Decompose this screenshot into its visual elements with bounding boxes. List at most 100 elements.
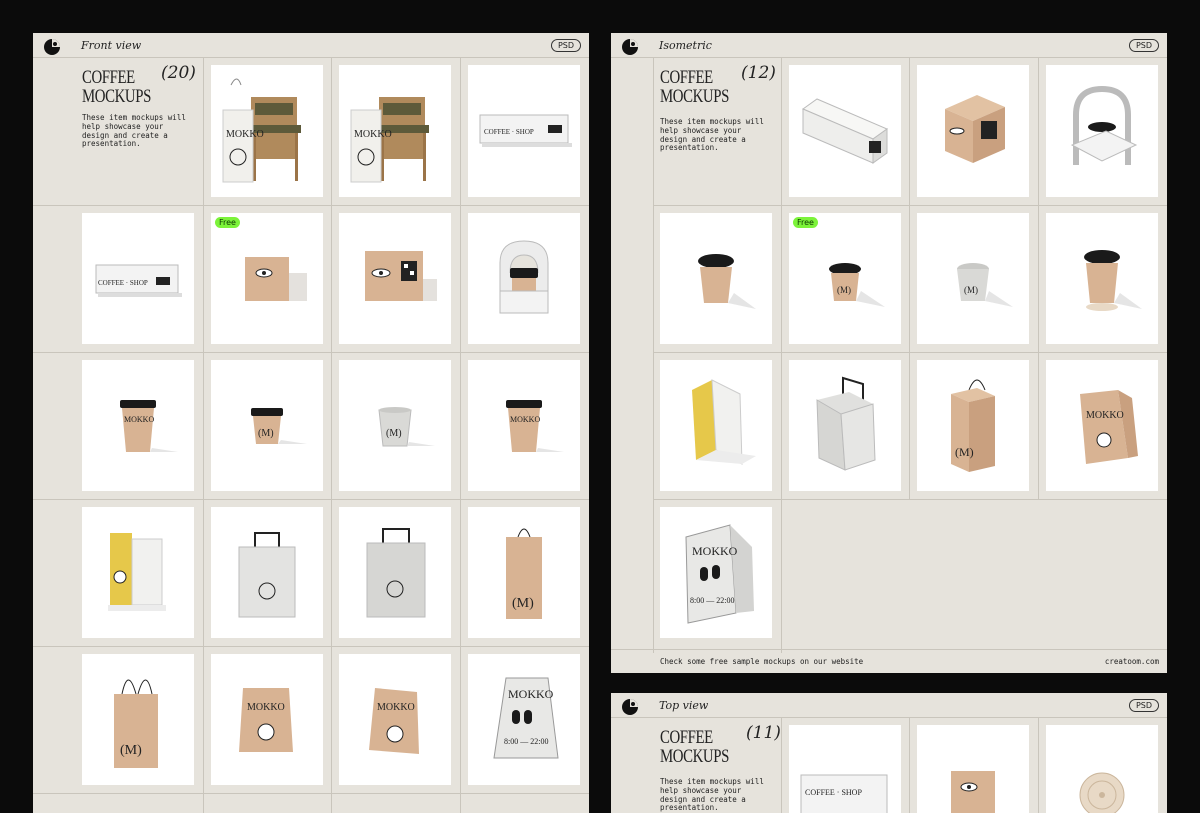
mockup-tile-iso-cup-small[interactable]: Free (M) xyxy=(789,213,901,344)
mockup-tile-paper-bag-grey[interactable] xyxy=(339,507,451,638)
grid-line xyxy=(653,499,1167,500)
mockup-tile-cup-tall[interactable]: MOKKO xyxy=(468,360,580,491)
mokko-label: MOKKO xyxy=(247,702,285,713)
coffee-cup-illustration: (M) xyxy=(829,263,885,307)
top-view-sheet: Top view PSD COFFEE MOCKUPS (11) These i… xyxy=(611,693,1167,813)
mockup-tile-coffee-pouch[interactable]: MOKKO xyxy=(211,654,323,785)
mockup-tile-iso-coffee-pouch[interactable]: MOKKO xyxy=(1046,360,1158,491)
mockup-tile-iso-box-long[interactable] xyxy=(789,65,901,197)
grid-line xyxy=(653,352,1167,353)
mockup-tile-tote-chair[interactable]: MOKKO xyxy=(211,65,323,197)
sheet-title: Top view xyxy=(659,699,709,712)
mockup-tile-iso-a-frame-sign[interactable]: MOKKO 8:00 — 22:00 xyxy=(660,507,772,638)
svg-text:MOKKO: MOKKO xyxy=(354,129,392,140)
mockup-tile-menu-stand[interactable] xyxy=(82,507,194,638)
kraft-bag-illustration: (M) xyxy=(951,379,995,472)
website-link[interactable]: creatoom.com xyxy=(1105,657,1159,666)
intro-title: COFFEE MOCKUPS xyxy=(660,727,729,767)
mockup-tile-a-frame-sign[interactable]: MOKKO 8:00 — 22:00 xyxy=(468,654,580,785)
mockup-tile-box-long[interactable]: COFFEE · SHOP xyxy=(82,213,194,344)
kraft-box-illustration xyxy=(245,257,307,301)
mokko-label: MOKKO xyxy=(377,702,415,713)
m-logo: (M) xyxy=(512,596,534,611)
mockup-tile-cup[interactable]: MOKKO xyxy=(82,360,194,491)
intro-description: These item mockups will help showcase yo… xyxy=(660,117,764,153)
kraft-bag-illustration: (M) xyxy=(506,528,542,619)
grid-line xyxy=(909,57,910,499)
grid-line xyxy=(33,352,589,353)
mockup-tile-iso-cup-holder[interactable] xyxy=(1046,65,1158,197)
paper-bag-illustration xyxy=(816,376,876,471)
mockup-tile-kraft-bag-handles[interactable]: (M) xyxy=(82,654,194,785)
mockup-tile-cup-holder[interactable] xyxy=(468,213,580,344)
cup-holder-illustration xyxy=(1070,85,1138,165)
mokko-label: MOKKO xyxy=(692,544,738,558)
coffee-cup-illustration: MOKKO xyxy=(120,400,178,452)
intro-count: (11) xyxy=(746,723,781,743)
grid-line xyxy=(781,717,782,813)
coffee-pouch-illustration: MOKKO xyxy=(369,688,419,754)
a-frame-sign-illustration: MOKKO 8:00 — 22:00 xyxy=(685,524,754,624)
hours-label: 8:00 — 22:00 xyxy=(504,737,548,746)
menu-stand-illustration xyxy=(108,533,166,611)
a-frame-sign-illustration: MOKKO 8:00 — 22:00 xyxy=(493,677,559,759)
free-badge: Free xyxy=(793,217,818,228)
mockup-tile-iso-menu-stand[interactable] xyxy=(660,360,772,491)
sheet-title: Front view xyxy=(81,39,142,52)
grid-line xyxy=(33,205,589,206)
mockup-tile-kraft-box-qr[interactable] xyxy=(339,213,451,344)
intro-title: COFFEE MOCKUPS xyxy=(82,67,151,107)
brand-logo-icon xyxy=(622,699,638,715)
box-illustration: COFFEE · SHOP xyxy=(479,114,572,147)
mockup-tile-cup-white[interactable]: (M) xyxy=(339,360,451,491)
mockup-tile-kraft-bag-tall[interactable]: (M) xyxy=(468,507,580,638)
mokko-label: MOKKO xyxy=(1086,410,1124,421)
mockup-tile-coffee-pouch-angled[interactable]: MOKKO xyxy=(339,654,451,785)
coffee-cup-illustration: (M) xyxy=(251,408,307,444)
grid-line xyxy=(653,205,1167,206)
mockup-tile-paper-bag-white[interactable] xyxy=(211,507,323,638)
intro-count: (12) xyxy=(741,63,776,83)
svg-text:MOKKO: MOKKO xyxy=(226,129,264,140)
mokko-label: MOKKO xyxy=(508,687,554,701)
box-illustration: COFFEE · SHOP xyxy=(95,264,182,297)
box-illustration xyxy=(801,98,889,164)
cup-holder-illustration xyxy=(499,240,549,314)
kraft-box-illustration xyxy=(365,251,437,301)
mockup-tile-iso-cup-white[interactable]: (M) xyxy=(917,213,1029,344)
coffee-pouch-illustration: MOKKO xyxy=(239,688,293,752)
grid-line xyxy=(1038,717,1039,813)
mockup-tile-kraft-box-small[interactable]: Free xyxy=(211,213,323,344)
grid-line xyxy=(611,649,1167,650)
grid-line xyxy=(33,499,589,500)
brand-logo-icon xyxy=(622,39,638,55)
mockup-tile-cup-small[interactable]: (M) xyxy=(211,360,323,491)
mockup-tile-iso-paper-bag[interactable] xyxy=(789,360,901,491)
grid-line xyxy=(331,57,332,813)
mockup-tile-box-front[interactable]: COFFEE · SHOP xyxy=(468,65,580,197)
coffee-cup-illustration: (M) xyxy=(957,263,1013,307)
mockup-tile-iso-cup-tall[interactable] xyxy=(1046,213,1158,344)
m-logo: (M) xyxy=(120,743,142,758)
intro-title: COFFEE MOCKUPS xyxy=(660,67,729,107)
coffee-cup-illustration xyxy=(1084,250,1142,311)
coffee-cup-illustration: (M) xyxy=(378,407,435,447)
brand-logo-icon xyxy=(44,39,60,55)
free-badge: Free xyxy=(215,217,240,228)
coffee-shop-label: COFFEE · SHOP xyxy=(805,788,862,797)
grid-line xyxy=(781,57,782,653)
mokko-label: MOKKO xyxy=(124,415,154,424)
mockup-tile-iso-cup[interactable] xyxy=(660,213,772,344)
psd-badge: PSD xyxy=(1128,699,1159,712)
mockup-tile-iso-kraft-bag[interactable]: (M) xyxy=(917,360,1029,491)
isometric-sheet: Isometric PSD COFFEE MOCKUPS (12) These … xyxy=(611,33,1167,673)
psd-badge: PSD xyxy=(550,39,581,52)
paper-bag-illustration xyxy=(366,528,426,618)
grid-line xyxy=(203,57,204,813)
sheet-header: Front view PSD xyxy=(33,33,589,58)
sheet-header: Top view PSD xyxy=(611,693,1167,718)
m-logo: (M) xyxy=(837,285,851,295)
mockup-tile-tote-chair-2[interactable]: MOKKO xyxy=(339,65,451,197)
psd-badge: PSD xyxy=(1128,39,1159,52)
mockup-tile-iso-kraft-box[interactable] xyxy=(917,65,1029,197)
